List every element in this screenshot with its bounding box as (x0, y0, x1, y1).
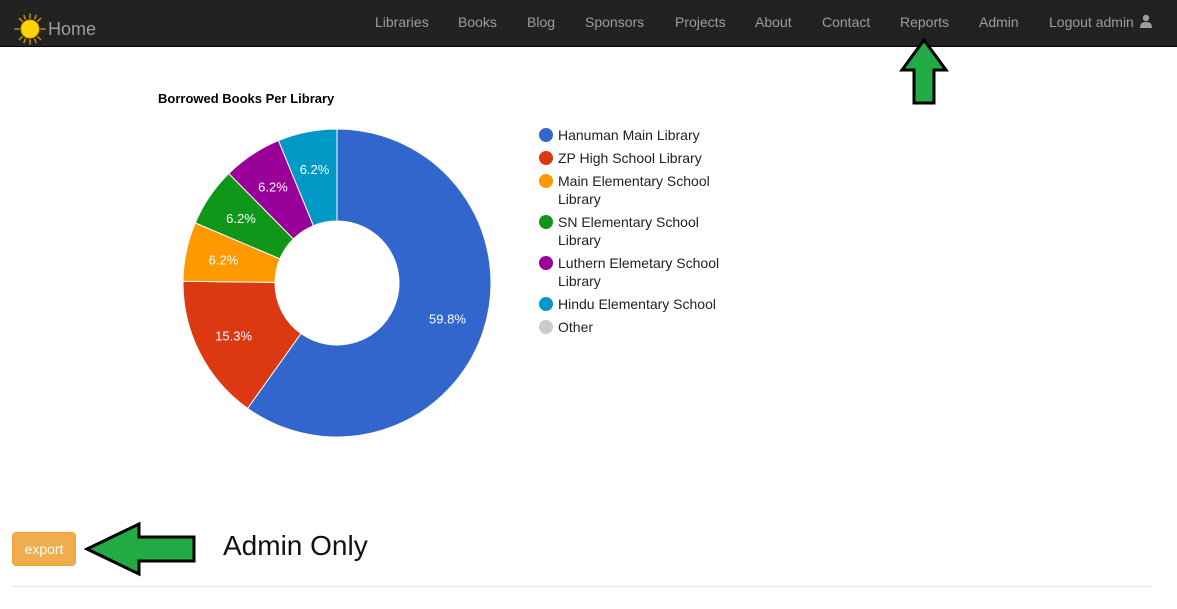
slice-label-3: 6.2% (226, 211, 256, 226)
export-button[interactable]: export (12, 532, 76, 566)
chart-title: Borrowed Books Per Library (158, 91, 335, 106)
legend-swatch-2 (539, 174, 553, 188)
chart-slices (182, 128, 492, 438)
admin-only-annotation: Admin Only (223, 530, 368, 561)
slice-label-5: 6.2% (300, 162, 330, 177)
legend-swatch-3 (539, 215, 553, 229)
legend-label-4: Luthern Elemetary School Library (558, 255, 720, 289)
legend-swatch-5 (539, 297, 553, 311)
legend-label-3: SN Elementary School Library (558, 214, 699, 248)
legend-item-3[interactable]: SN Elementary School Library (539, 213, 728, 249)
slice-label-2: 6.2% (209, 252, 239, 267)
slice-label-4: 6.2% (258, 179, 288, 194)
legend-label-1: ZP High School Library (558, 150, 702, 166)
left-arrow-annotation (84, 521, 196, 577)
legend-swatch-0 (539, 128, 553, 142)
legend-label-0: Hanuman Main Library (558, 127, 700, 143)
legend-swatch-4 (539, 256, 553, 270)
legend-item-1[interactable]: ZP High School Library (539, 149, 728, 167)
legend-item-0[interactable]: Hanuman Main Library (539, 126, 728, 144)
legend-swatch-1 (539, 151, 553, 165)
legend-label-2: Main Elementary School Library (558, 173, 710, 207)
legend-item-4[interactable]: Luthern Elemetary School Library (539, 254, 728, 290)
legend-item-6[interactable]: Other (539, 318, 728, 336)
legend-label-5: Hindu Elementary School (558, 296, 716, 312)
legend-item-2[interactable]: Main Elementary School Library (539, 172, 728, 208)
footer-divider (12, 586, 1152, 587)
legend-swatch-6 (539, 320, 553, 334)
legend-item-5[interactable]: Hindu Elementary School (539, 295, 728, 313)
slice-label-1: 15.3% (215, 329, 252, 344)
legend-label-6: Other (558, 319, 594, 335)
slice-label-0: 59.8% (429, 311, 466, 326)
